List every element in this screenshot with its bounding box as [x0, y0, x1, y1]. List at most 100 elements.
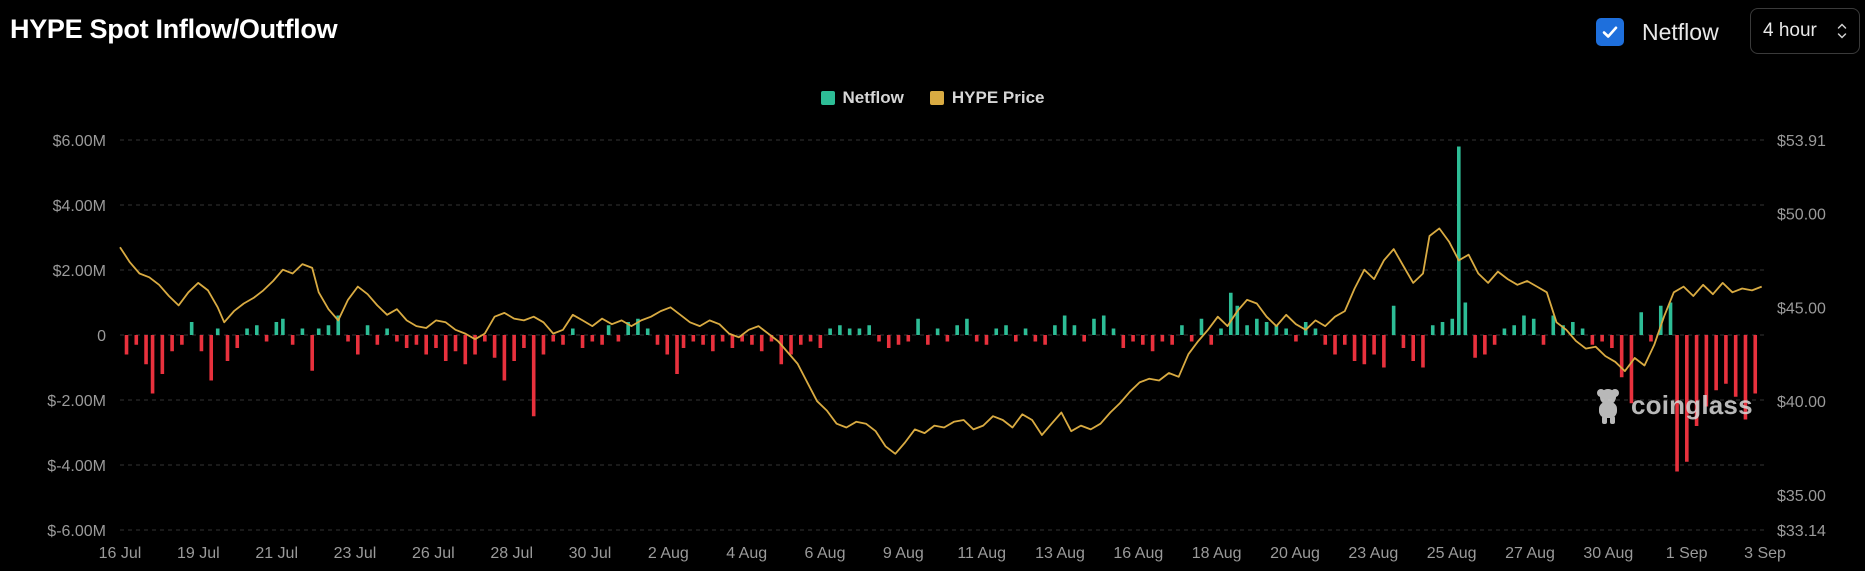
netflow-bar-26 [365, 325, 370, 335]
x-axis-ticks: 16 Jul 19 Jul 21 Jul 23 Jul 26 Jul 28 Jul 30 J… [99, 545, 1786, 562]
netflow-bar-113 [1209, 335, 1214, 345]
netflow-bar-170 [1753, 335, 1758, 394]
netflow-bar-94 [1023, 328, 1028, 335]
netflow-bar-21 [316, 328, 321, 335]
netflow-bar-136 [1430, 325, 1435, 335]
netflow-bar-134 [1411, 335, 1415, 361]
netflow-bar-112 [1199, 318, 1204, 335]
netflow-bar-30 [404, 335, 409, 348]
netflow-bar-166 [1714, 335, 1718, 391]
netflow-bar-71 [799, 335, 803, 345]
x-axis-tick-19-jul: 19 Jul [177, 545, 220, 562]
netflow-bar-56 [655, 335, 660, 345]
netflow-bar-125 [1323, 335, 1328, 345]
netflow-bar-81 [896, 335, 901, 345]
netflow-bar-25 [355, 335, 360, 355]
netflow-bar-156 [1619, 335, 1624, 378]
coinglass-watermark: coinglass [1591, 385, 1753, 425]
netflow-bar-101 [1092, 318, 1096, 335]
netflow-bar-144 [1502, 328, 1507, 335]
netflow-bar-50 [600, 335, 604, 345]
netflow-bar-111 [1189, 335, 1194, 342]
netflow-bar-115 [1228, 292, 1233, 335]
left-axis-tick-6-00m: $-6.00M [47, 523, 106, 540]
netflow-bar-154 [1600, 335, 1604, 342]
netflow-bar-76 [847, 328, 852, 335]
netflow-bar-73 [818, 335, 823, 348]
x-axis-tick-30-jul: 30 Jul [569, 545, 612, 562]
netflow-bar-98 [1062, 315, 1067, 335]
netflow-bar-118 [1255, 318, 1259, 335]
netflow-bar-155 [1610, 335, 1614, 348]
netflow-bar-108 [1160, 335, 1165, 342]
netflow-bar-69 [779, 335, 784, 365]
x-axis-tick-23-aug: 23 Aug [1348, 545, 1398, 562]
netflow-bar-161 [1668, 302, 1673, 335]
netflow-bar-135 [1421, 335, 1425, 368]
x-axis-tick-2-aug: 2 Aug [648, 545, 689, 562]
netflow-bar-33 [434, 335, 438, 348]
netflow-bar-3 [150, 335, 155, 394]
netflow-bar-47 [570, 328, 575, 335]
netflow-bar-35 [453, 335, 458, 352]
left-axis-tick-4-00m: $4.00M [53, 198, 106, 215]
netflow-bar-61 [701, 335, 705, 345]
netflow-bar-85 [935, 328, 940, 335]
netflow-bar-4 [160, 335, 165, 374]
netflow-bar-48 [580, 335, 585, 348]
netflow-bar-18 [290, 335, 295, 345]
netflow-bar-159 [1649, 335, 1653, 342]
netflow-bar-64 [730, 335, 735, 348]
x-axis-tick-11-aug: 11 Aug [957, 545, 1006, 562]
netflow-bar-67 [759, 335, 764, 352]
netflow-bar-109 [1170, 335, 1174, 345]
x-axis-tick-20-aug: 20 Aug [1270, 545, 1320, 562]
right-axis-tick-50-00: $50.00 [1777, 206, 1826, 223]
netflow-bar-80 [886, 335, 891, 348]
netflow-bar-59 [681, 335, 686, 348]
netflow-bar-52 [616, 335, 621, 342]
netflow-bar-141 [1473, 335, 1477, 358]
netflow-bar-43 [531, 335, 536, 417]
netflow-bar-132 [1391, 305, 1396, 335]
netflow-bar-6 [180, 335, 184, 345]
x-axis-tick-6-aug: 6 Aug [805, 545, 846, 562]
netflow-bar-117 [1245, 325, 1249, 335]
right-axis-ticks: $53.91 $50.00 $45.00 $40.00 $35.00 $33.14 [1777, 133, 1826, 540]
netflow-bar-151 [1571, 322, 1575, 335]
netflow-bar-60 [691, 335, 696, 342]
x-axis-tick-1-sep: 1 Sep [1666, 545, 1708, 562]
netflow-bar-103 [1111, 328, 1116, 335]
netflow-bar-19 [300, 328, 305, 335]
netflow-bar-7 [189, 322, 194, 335]
price-line-layer [119, 227, 1763, 455]
x-axis-tick-9-aug: 9 Aug [883, 545, 924, 562]
netflow-bar-72 [808, 335, 813, 342]
netflow-bar-17 [281, 318, 285, 335]
netflow-bar-89 [974, 335, 979, 342]
netflow-bar-16 [274, 322, 279, 335]
netflow-bar-124 [1313, 328, 1318, 335]
right-axis-tick-40-00: $40.00 [1777, 394, 1826, 411]
right-axis-tick-35-00: $35.00 [1777, 488, 1826, 505]
x-axis-tick-27-aug: 27 Aug [1505, 545, 1555, 562]
netflow-bar-147 [1531, 318, 1536, 335]
netflow-bar-24 [346, 335, 350, 342]
netflow-bar-8 [199, 335, 204, 352]
netflow-bar-78 [867, 325, 872, 335]
netflow-bar-10 [215, 328, 220, 335]
netflow-bar-62 [711, 335, 715, 352]
netflow-bar-93 [1013, 335, 1018, 342]
netflow-bar-28 [385, 328, 389, 335]
netflow-bar-137 [1440, 322, 1445, 335]
netflow-bar-129 [1362, 335, 1367, 365]
x-axis-tick-26-jul: 26 Jul [412, 545, 455, 562]
netflow-bar-13 [245, 328, 249, 335]
netflow-bar-49 [590, 335, 595, 342]
netflow-bar-15 [264, 335, 269, 342]
netflow-bar-127 [1342, 335, 1347, 345]
netflow-bar-57 [665, 335, 670, 355]
netflow-bar-88 [965, 318, 969, 335]
netflow-bar-95 [1033, 335, 1038, 342]
netflow-bar-51 [606, 325, 611, 335]
